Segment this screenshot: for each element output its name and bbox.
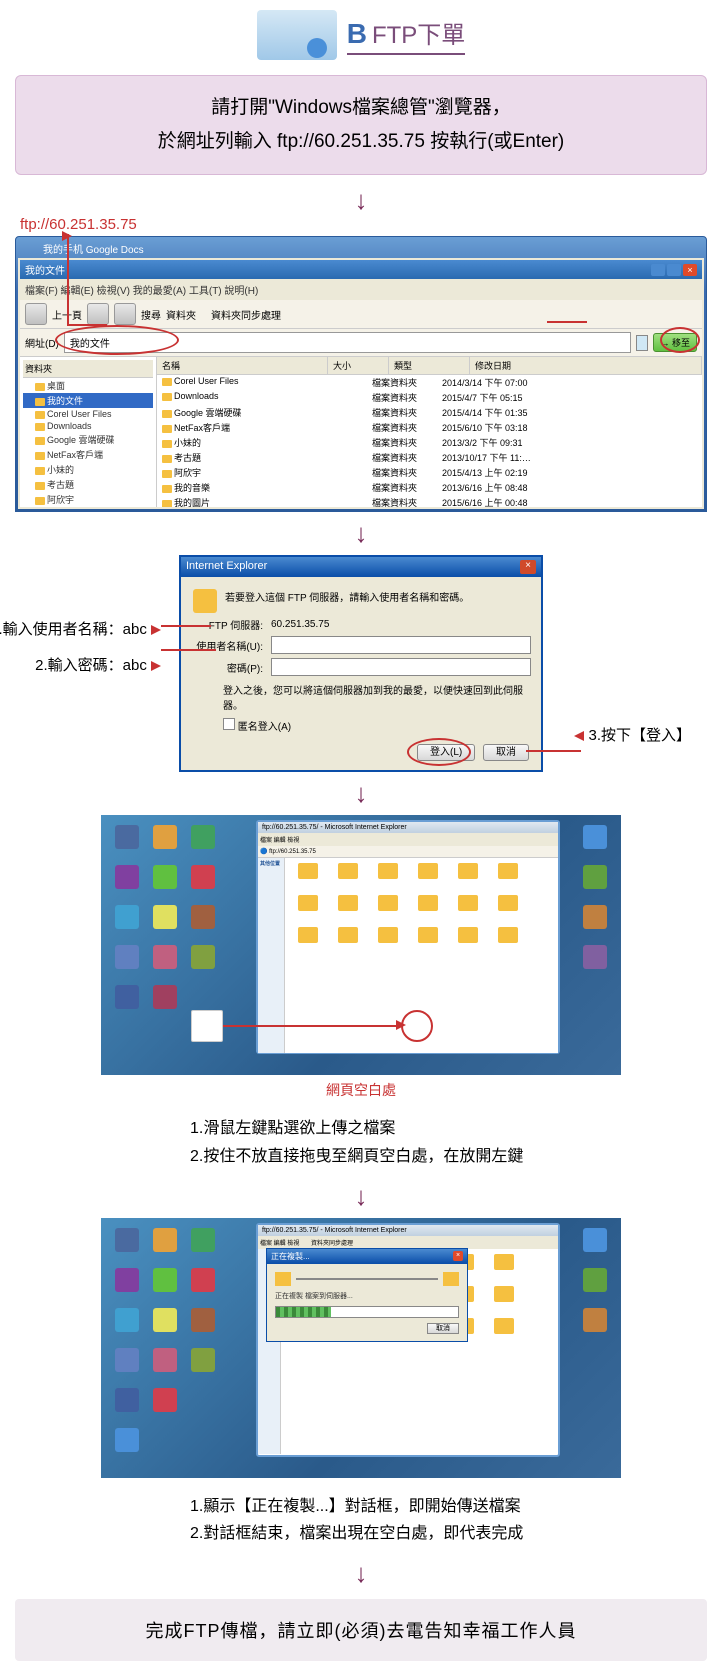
desktop-drag-screenshot: ftp://60.251.35.75/ - Microsoft Internet…: [101, 815, 621, 1075]
address-bar: 網址(D) 我的文件 → 移至: [20, 329, 702, 357]
folder-tree[interactable]: 資料夾 桌面我的文件Corel User FilesDownloadsGoogl…: [20, 357, 157, 507]
back-button[interactable]: [25, 303, 47, 325]
red-arrow-line: [67, 234, 69, 324]
blank-area-label: 網頁空白處: [10, 1080, 712, 1100]
section-letter: B: [347, 18, 367, 49]
header-title: BFTP下單: [347, 15, 466, 55]
login-buttons: 登入(L) 取消: [193, 743, 529, 758]
arrow-down-icon: ↓: [10, 1181, 712, 1212]
copy-cancel-btn[interactable]: 取消: [427, 1323, 459, 1334]
server-value: 60.251.35.75: [271, 619, 529, 630]
step3-instructions: 1.滑鼠左鍵點選欲上傳之檔案 2.按住不放直接拖曳至網頁空白處，在放開左鍵: [10, 1100, 712, 1174]
inner-window: 我的文件 × 檔案(F) 編輯(E) 檢視(V) 我的最愛(A) 工具(T) 說…: [18, 258, 704, 509]
drag-arrow-head: [396, 1020, 406, 1030]
login-btn-circle: [407, 738, 471, 766]
tree-item[interactable]: 阿欣宇: [23, 492, 153, 507]
login-annotations-right: 3.按下【登入】: [574, 724, 691, 745]
source-file-icon[interactable]: [191, 1010, 223, 1042]
red-arrow-line: [67, 324, 107, 326]
outer-tabs: 我的手机 Google Docs: [18, 239, 704, 258]
anon-label: 匿名登入(A): [238, 722, 291, 733]
arrow-down-icon: ↓: [10, 1558, 712, 1589]
file-row[interactable]: Google 雲端硬碟檔案資料夾2015/4/14 下午 01:35: [157, 405, 702, 420]
file-row[interactable]: 我的音樂檔案資料夾2013/6/16 上午 08:48: [157, 480, 702, 495]
file-row[interactable]: 考古題檔案資料夾2013/10/17 下午 11:…: [157, 450, 702, 465]
file-list[interactable]: 名稱 大小 類型 修改日期 Corel User Files檔案資料夾2014/…: [157, 357, 702, 507]
folders-icon[interactable]: 資料夾: [166, 307, 196, 322]
ftp-window-icon: [257, 10, 337, 60]
desktop-copy-screenshot: ftp://60.251.35.75/ - Microsoft Internet…: [101, 1218, 621, 1478]
browser-title: ftp://60.251.35.75/ - Microsoft Internet…: [258, 822, 558, 833]
file-row[interactable]: Corel User Files檔案資料夾2014/3/14 下午 07:00: [157, 375, 702, 390]
browser-sidebar: 其他位置: [258, 858, 285, 1053]
login-titlebar: Internet Explorer ×: [181, 557, 541, 577]
tree-item[interactable]: Google 雲端硬碟: [23, 432, 153, 447]
login-dialog: Internet Explorer × 若要登入這個 FTP 伺服器，請輸入使用…: [179, 555, 543, 772]
file-row[interactable]: 阿欣宇檔案資料夾2015/4/13 上午 02:19: [157, 465, 702, 480]
login-section: Internet Explorer × 若要登入這個 FTP 伺服器，請輸入使用…: [10, 555, 712, 772]
username-input[interactable]: [271, 636, 531, 654]
sync-btn[interactable]: 資料夾同步處理: [211, 307, 281, 322]
anon-checkbox[interactable]: [223, 718, 235, 730]
arrow-down-icon: ↓: [10, 518, 712, 549]
final-message: 完成FTP傳檔，請立即(必須)去電告知幸福工作人員: [15, 1599, 707, 1661]
intro-line2: 於網址列輸入 ftp://60.251.35.75 按執行(或Enter): [36, 125, 686, 159]
menu-bar[interactable]: 檔案(F) 編輯(E) 檢視(V) 我的最愛(A) 工具(T) 說明(H): [20, 279, 702, 300]
up-button[interactable]: [114, 303, 136, 325]
close-icon[interactable]: ×: [520, 560, 536, 574]
arrow-down-icon: ↓: [10, 185, 712, 216]
red-arrow-line: [547, 321, 587, 323]
dropdown-icon[interactable]: [636, 335, 648, 351]
url-annotation: ftp://60.251.35.75: [20, 216, 137, 233]
window-titlebar: 我的文件 ×: [20, 260, 702, 279]
login-annotations-left: 1.輸入使用者名稱：abc 2.輸入密碼：abc: [0, 612, 161, 684]
login-message: 若要登入這個 FTP 伺服器，請輸入使用者名稱和密碼。: [225, 589, 469, 613]
copy-title: 正在複製...: [271, 1251, 310, 1262]
cancel-button[interactable]: 取消: [483, 744, 529, 761]
file-area: 資料夾 桌面我的文件Corel User FilesDownloadsGoogl…: [20, 357, 702, 507]
key-icon: [193, 589, 217, 613]
drag-arrow-line: [223, 1025, 403, 1027]
password-input[interactable]: [271, 658, 531, 676]
tree-item[interactable]: NetFax客戶端: [23, 447, 153, 462]
explorer-window: 我的手机 Google Docs 我的文件 × 檔案(F) 編輯(E) 檢視(V…: [15, 236, 707, 512]
red-arrow-head: [62, 231, 72, 241]
header: BFTP下單: [10, 10, 712, 60]
tree-item[interactable]: 桌面: [23, 378, 153, 393]
address-label: 網址(D): [25, 335, 59, 350]
step4-instructions: 1.顯示【正在複製...】對話框，即開始傳送檔案 2.對話框結束，檔案出現在空白…: [10, 1478, 712, 1552]
section-name: FTP下單: [372, 22, 465, 49]
tree-item[interactable]: Downloads: [23, 420, 153, 432]
search-icon[interactable]: 搜尋: [141, 307, 161, 322]
explorer-screenshot: ftp://60.251.35.75 按執行(或Enter) 我的手机 Goog…: [15, 236, 707, 512]
forward-button[interactable]: [87, 303, 109, 325]
tree-item[interactable]: Corel User Files: [23, 408, 153, 420]
login-body: 若要登入這個 FTP 伺服器，請輸入使用者名稱和密碼。 FTP 伺服器: 60.…: [181, 577, 541, 770]
arrow-down-icon: ↓: [10, 778, 712, 809]
intro-box: 請打開"Windows檔案總管"瀏覽器， 於網址列輸入 ftp://60.251…: [15, 75, 707, 175]
tree-item[interactable]: 我的文件: [23, 393, 153, 408]
copying-dialog: 正在複製... × 正在複製 檔案到伺服器... 取消: [266, 1248, 468, 1342]
file-row[interactable]: 小妹的檔案資料夾2013/3/2 下午 09:31: [157, 435, 702, 450]
tree-item[interactable]: 考古題: [23, 477, 153, 492]
file-row[interactable]: Downloads檔案資料夾2015/4/7 下午 05:15: [157, 390, 702, 405]
columns: 名稱 大小 類型 修改日期: [157, 357, 702, 375]
intro-line1: 請打開"Windows檔案總管"瀏覽器，: [36, 91, 686, 125]
file-row[interactable]: 我的圖片檔案資料夾2015/6/16 上午 00:48: [157, 495, 702, 507]
file-row[interactable]: NetFax客戶端檔案資料夾2015/6/10 下午 03:18: [157, 420, 702, 435]
login-hint: 登入之後，您可以將這個伺服器加到我的最愛，以便快速回到此伺服器。: [223, 682, 529, 712]
tree-item[interactable]: 小妹的: [23, 462, 153, 477]
